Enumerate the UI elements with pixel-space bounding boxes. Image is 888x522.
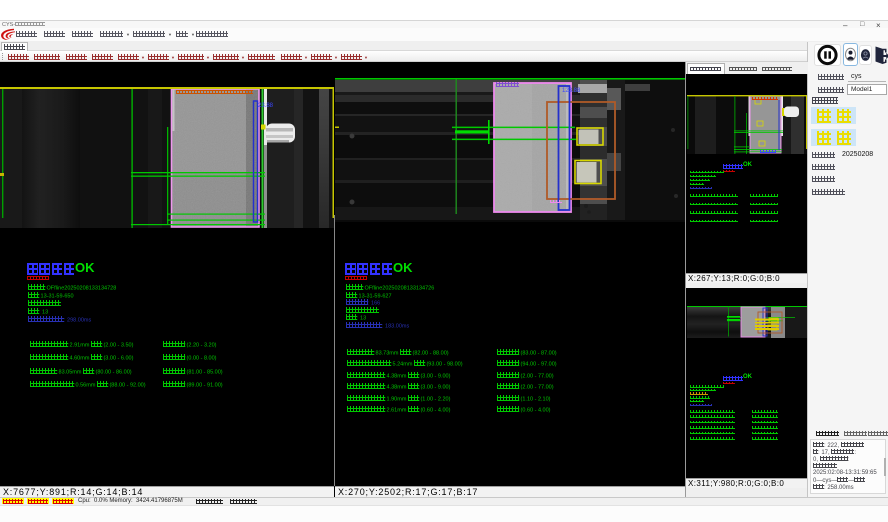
svg-text:23.88: 23.88	[258, 103, 274, 109]
svg-text:123.88: 123.88	[562, 88, 581, 94]
